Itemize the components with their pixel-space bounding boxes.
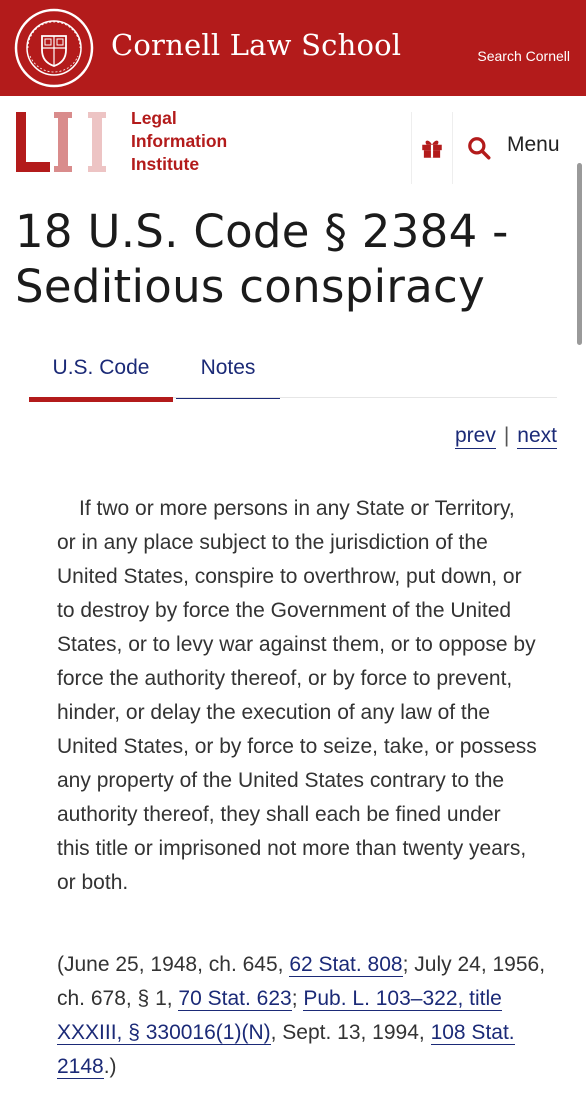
school-name[interactable]: Cornell Law School xyxy=(111,28,401,62)
source-credit-text: .) xyxy=(103,1055,117,1078)
cornell-seal-icon[interactable] xyxy=(14,8,94,88)
stat-link-70-623[interactable]: 70 Stat. 623 xyxy=(178,987,292,1011)
pager: prev | next xyxy=(454,424,557,449)
statute-text: If two or more persons in any State or T… xyxy=(57,497,537,894)
gift-icon xyxy=(422,140,442,158)
lii-name-line: Institute xyxy=(131,154,200,174)
donate-button[interactable] xyxy=(411,112,453,184)
lii-name: Legal Information Institute xyxy=(131,107,227,176)
prev-link[interactable]: prev xyxy=(454,424,496,449)
source-credit-text: (June 25, 1948, ch. 645, xyxy=(57,953,290,976)
tab-notes[interactable]: Notes xyxy=(176,350,280,399)
stat-link-62-808[interactable]: 62 Stat. 808 xyxy=(289,953,403,977)
scrollbar[interactable] xyxy=(577,163,582,345)
lii-name-line: Information xyxy=(131,131,228,151)
page-title: 18 U.S. Code § 2384 - Seditious conspira… xyxy=(15,205,509,313)
source-credit-text: ; xyxy=(291,987,304,1010)
search-icon xyxy=(468,137,491,160)
tab-us-code[interactable]: U.S. Code xyxy=(29,350,173,402)
source-credit-text: , Sept. 13, 1994, xyxy=(270,1021,431,1044)
menu-button[interactable]: Menu xyxy=(507,133,560,157)
lii-name-line: Legal xyxy=(131,108,177,128)
cornell-header: Cornell Law School Search Cornell xyxy=(0,0,586,96)
search-cornell-link[interactable]: Search Cornell xyxy=(477,48,570,64)
pager-separator: | xyxy=(503,424,510,447)
search-button[interactable] xyxy=(463,132,495,164)
source-credit: (June 25, 1948, ch. 645, 62 Stat. 808; J… xyxy=(57,948,547,1084)
next-link[interactable]: next xyxy=(517,424,557,449)
